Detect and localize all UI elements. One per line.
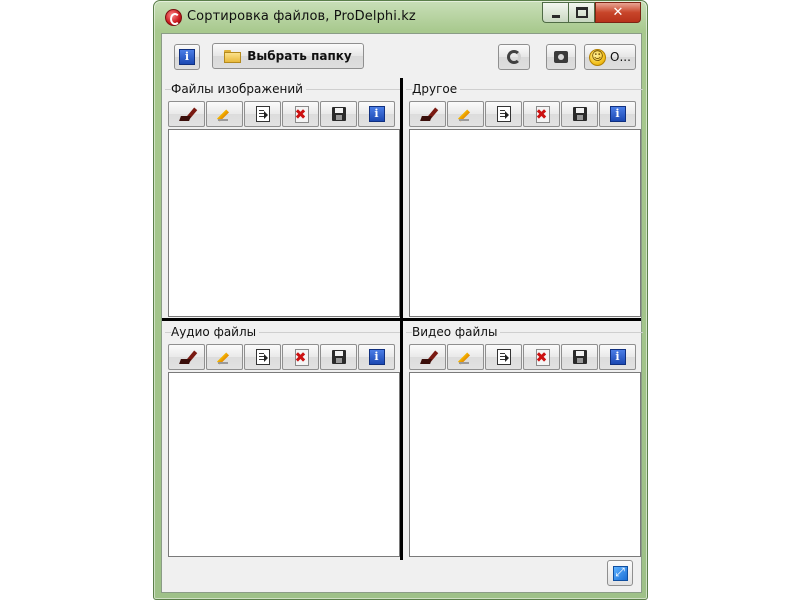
move-button[interactable] — [485, 344, 522, 370]
rename-button[interactable] — [447, 344, 484, 370]
info-button[interactable]: i — [174, 44, 200, 70]
choose-folder-label: Выбрать папку — [247, 49, 352, 63]
client-area: i Выбрать папку О... Файлы изображений — [161, 33, 643, 593]
choose-folder-button[interactable]: Выбрать папку — [212, 43, 364, 69]
refresh-icon — [507, 50, 521, 64]
smiley-icon — [589, 48, 607, 66]
panel-video: Видео файлы i — [406, 321, 643, 559]
panel-title: Файлы изображений — [171, 82, 306, 96]
maximize-button[interactable] — [568, 2, 595, 23]
panel-audio: Аудио файлы i — [165, 321, 402, 559]
clean-button[interactable] — [409, 101, 446, 127]
brush-icon — [420, 106, 436, 122]
panel-toolbar: i — [168, 101, 395, 127]
pencil-icon — [458, 107, 474, 121]
close-icon: ✕ — [612, 5, 624, 20]
delete-button[interactable] — [523, 344, 560, 370]
panel-info-button[interactable]: i — [358, 344, 395, 370]
rename-button[interactable] — [206, 344, 243, 370]
delete-icon — [293, 106, 309, 123]
clean-button[interactable] — [409, 344, 446, 370]
save-button[interactable] — [561, 344, 598, 370]
main-toolbar: i Выбрать папку О... — [162, 34, 641, 76]
horizontal-splitter[interactable] — [162, 318, 641, 321]
about-label: О... — [610, 50, 631, 64]
panel-title: Видео файлы — [412, 325, 501, 339]
file-list[interactable] — [409, 129, 641, 317]
save-icon — [331, 107, 346, 121]
camera-icon — [554, 51, 568, 63]
document-arrow-icon — [496, 349, 511, 365]
panel-info-button[interactable]: i — [358, 101, 395, 127]
caption-buttons: ✕ — [542, 2, 641, 23]
panel-toolbar: i — [409, 344, 636, 370]
panel-toolbar: i — [168, 344, 395, 370]
file-list[interactable] — [168, 372, 400, 557]
panel-other: Другое i — [406, 78, 643, 318]
panel-info-button[interactable]: i — [599, 101, 636, 127]
window-title: Сортировка файлов, ProDelphi.kz — [187, 9, 416, 24]
pencil-icon — [217, 350, 233, 364]
save-icon — [331, 350, 346, 364]
save-icon — [572, 350, 587, 364]
info-icon: i — [368, 106, 385, 122]
file-list[interactable] — [409, 372, 641, 557]
save-button[interactable] — [320, 101, 357, 127]
folder-icon — [224, 49, 242, 63]
title-bar[interactable]: Сортировка файлов, ProDelphi.kz ✕ — [154, 1, 647, 33]
move-button[interactable] — [485, 101, 522, 127]
rename-button[interactable] — [447, 101, 484, 127]
rename-button[interactable] — [206, 101, 243, 127]
move-button[interactable] — [244, 344, 281, 370]
screenshot-button[interactable] — [546, 44, 576, 70]
save-button[interactable] — [561, 101, 598, 127]
panel-images: Файлы изображений i — [165, 78, 402, 318]
delete-button[interactable] — [282, 101, 319, 127]
delete-icon — [293, 349, 309, 366]
save-icon — [572, 107, 587, 121]
file-list[interactable] — [168, 129, 400, 317]
expand-button[interactable] — [607, 560, 633, 586]
info-icon: i — [609, 349, 626, 365]
brush-icon — [179, 106, 195, 122]
about-button[interactable]: О... — [584, 44, 636, 70]
clean-button[interactable] — [168, 344, 205, 370]
panel-info-button[interactable]: i — [599, 344, 636, 370]
minimize-button[interactable] — [542, 2, 568, 23]
pencil-icon — [458, 350, 474, 364]
refresh-button[interactable] — [498, 44, 530, 70]
document-arrow-icon — [255, 349, 270, 365]
pencil-icon — [217, 107, 233, 121]
expand-arrows-icon — [612, 565, 628, 581]
move-button[interactable] — [244, 101, 281, 127]
delete-button[interactable] — [282, 344, 319, 370]
panel-toolbar: i — [409, 101, 636, 127]
save-button[interactable] — [320, 344, 357, 370]
maximize-icon — [575, 7, 588, 18]
info-icon: i — [368, 349, 385, 365]
info-icon: i — [179, 49, 195, 65]
brush-icon — [420, 349, 436, 365]
delete-icon — [534, 106, 550, 123]
app-window: Сортировка файлов, ProDelphi.kz ✕ i Выбр… — [153, 0, 648, 600]
close-button[interactable]: ✕ — [595, 2, 641, 23]
minimize-icon — [551, 14, 560, 18]
document-arrow-icon — [496, 106, 511, 122]
panel-title: Другое — [412, 82, 461, 96]
delete-button[interactable] — [523, 101, 560, 127]
app-logo-icon — [165, 9, 182, 26]
delete-icon — [534, 349, 550, 366]
info-icon: i — [609, 106, 626, 122]
document-arrow-icon — [255, 106, 270, 122]
panel-title: Аудио файлы — [171, 325, 260, 339]
brush-icon — [179, 349, 195, 365]
status-bar — [162, 558, 641, 592]
clean-button[interactable] — [168, 101, 205, 127]
